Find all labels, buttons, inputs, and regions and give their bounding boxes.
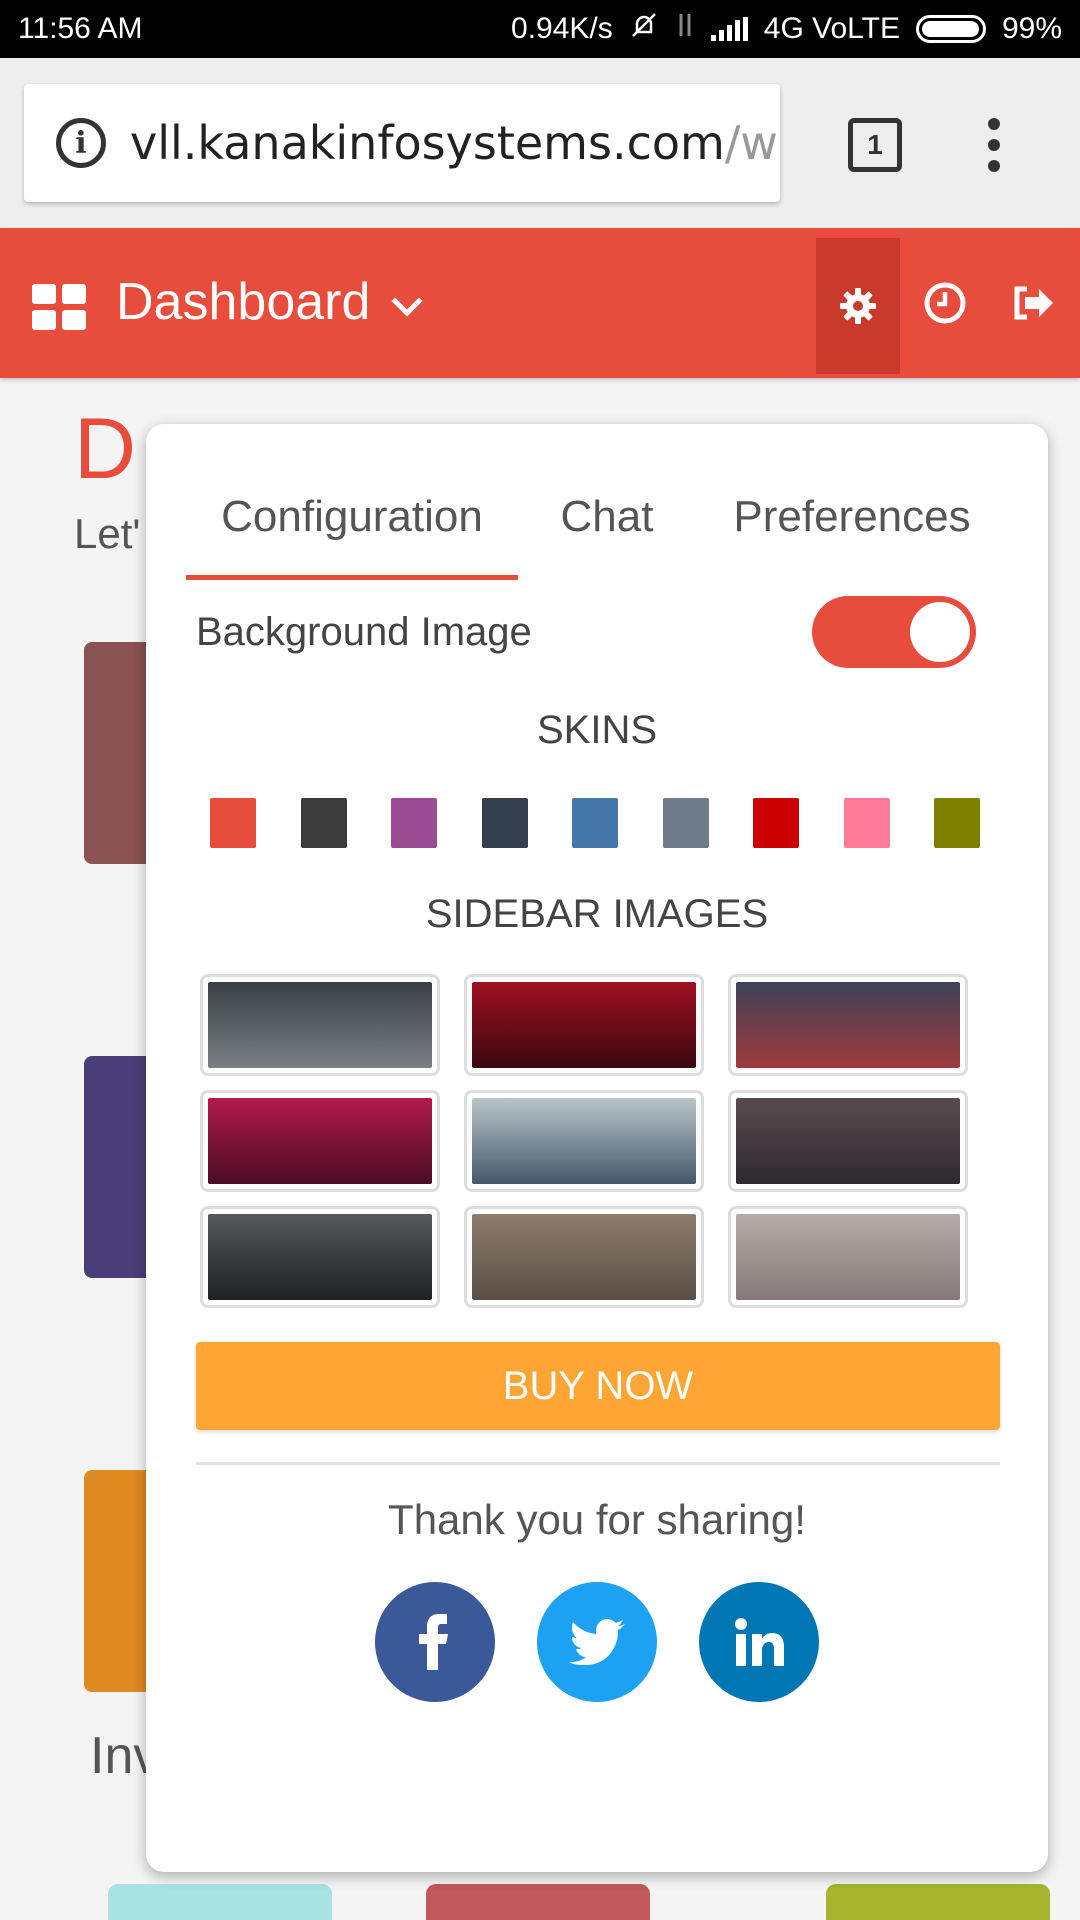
sidebar-image-option[interactable] bbox=[728, 974, 968, 1076]
skin-swatch[interactable] bbox=[843, 798, 890, 848]
settings-button[interactable] bbox=[816, 238, 900, 374]
tab-count: 1 bbox=[867, 129, 883, 160]
tab-switcher-button[interactable]: 1 bbox=[848, 118, 902, 172]
logout-button[interactable] bbox=[1010, 280, 1056, 326]
cloudy-valley-image bbox=[472, 1098, 696, 1184]
buy-now-button[interactable]: BUY NOW bbox=[196, 1342, 1000, 1430]
history-button[interactable] bbox=[922, 280, 968, 326]
page-title: D bbox=[74, 401, 137, 497]
grey-gradient-image bbox=[736, 1214, 960, 1300]
mute-icon bbox=[629, 10, 659, 48]
app-tile[interactable] bbox=[426, 1884, 650, 1920]
magenta-mountains-image bbox=[208, 1098, 432, 1184]
status-time: 11:56 AM bbox=[18, 12, 143, 45]
battery-icon bbox=[915, 15, 986, 43]
battery-percent: 99% bbox=[1001, 12, 1062, 45]
share-thanks-text: Thank you for sharing! bbox=[388, 1496, 806, 1543]
skin-swatch[interactable] bbox=[572, 798, 618, 848]
sidebar-image-option[interactable] bbox=[728, 1206, 968, 1308]
sidebar-image-option[interactable] bbox=[464, 974, 704, 1076]
info-icon[interactable]: i bbox=[56, 118, 106, 168]
linkedin-share-button[interactable] bbox=[699, 1582, 819, 1702]
status-indicators: 0.94K/s 4G VoLTE 99% bbox=[511, 10, 1062, 48]
sidebar-image-grid bbox=[200, 974, 986, 1308]
facebook-icon bbox=[415, 1614, 455, 1670]
tab-preferences[interactable]: Preferences bbox=[696, 454, 1008, 580]
toggle-knob bbox=[910, 602, 970, 662]
skins-heading: SKINS bbox=[536, 708, 658, 752]
snowy-mountain-hiker-image bbox=[208, 982, 432, 1068]
twitter-share-button[interactable] bbox=[537, 1582, 657, 1702]
chevron-down-icon[interactable] bbox=[391, 285, 423, 317]
sidebar-image-option[interactable] bbox=[464, 1206, 704, 1308]
sign-out-icon bbox=[1014, 286, 1053, 320]
background-image-toggle[interactable] bbox=[812, 596, 976, 668]
url-rest: /w bbox=[724, 116, 778, 170]
apps-grid-icon[interactable] bbox=[32, 284, 86, 330]
dashboard-menu-title[interactable]: Dashboard bbox=[116, 272, 370, 332]
gear-icon bbox=[840, 288, 876, 324]
clock-icon bbox=[924, 282, 966, 324]
tab-chat[interactable]: Chat bbox=[518, 454, 696, 580]
skin-swatch[interactable] bbox=[300, 798, 347, 848]
data-arrows-icon bbox=[675, 10, 695, 48]
address-bar[interactable]: i vll.kanakinfosystems.com/w bbox=[24, 84, 780, 202]
panel-tabs: Configuration Chat Preferences bbox=[186, 454, 1008, 580]
dark-mountain-pass-image bbox=[208, 1214, 432, 1300]
sidebar-image-option[interactable] bbox=[200, 1206, 440, 1308]
url-text[interactable]: vll.kanakinfosystems.com/w bbox=[130, 116, 778, 170]
sidebar-image-option[interactable] bbox=[728, 1090, 968, 1192]
city-skyline-dusk-image bbox=[736, 1098, 960, 1184]
sidebar-image-option[interactable] bbox=[200, 1090, 440, 1192]
network-type: 4G VoLTE bbox=[763, 12, 900, 45]
sidebar-image-option[interactable] bbox=[464, 1090, 704, 1192]
app-header: Dashboard bbox=[0, 228, 1080, 378]
skin-swatch[interactable] bbox=[753, 798, 799, 848]
net-speed: 0.94K/s bbox=[511, 12, 613, 45]
url-main: vll.kanakinfosystems.com bbox=[130, 116, 725, 170]
tab-configuration[interactable]: Configuration bbox=[186, 454, 518, 580]
mountains-red-sunset-image bbox=[736, 982, 960, 1068]
twitter-icon bbox=[569, 1619, 625, 1665]
facebook-share-button[interactable] bbox=[375, 1582, 495, 1702]
linkedin-icon bbox=[734, 1618, 784, 1666]
sidebar-images-heading: SIDEBAR IMAGES bbox=[425, 892, 769, 936]
app-tile[interactable] bbox=[108, 1884, 332, 1920]
browser-toolbar: i vll.kanakinfosystems.com/w 1 bbox=[0, 58, 1080, 228]
skin-swatch[interactable] bbox=[662, 798, 709, 848]
skin-swatch[interactable] bbox=[210, 798, 256, 848]
brown-gradient-image bbox=[472, 1214, 696, 1300]
more-menu-icon[interactable] bbox=[986, 118, 1002, 172]
background-image-label: Background Image bbox=[196, 609, 532, 654]
skin-swatch[interactable] bbox=[934, 798, 980, 848]
social-share-buttons bbox=[146, 1582, 1048, 1702]
divider bbox=[196, 1462, 1000, 1465]
sidebar-image-option[interactable] bbox=[200, 974, 440, 1076]
configuration-panel: Configuration Chat Preferences Backgroun… bbox=[146, 424, 1048, 1872]
background-image-setting: Background Image bbox=[196, 576, 976, 688]
skin-swatches bbox=[210, 798, 980, 848]
status-bar: 11:56 AM 0.94K/s 4G VoLTE 99% bbox=[0, 0, 1080, 58]
signal-icon bbox=[710, 17, 748, 41]
red-sky-image bbox=[472, 982, 696, 1068]
skin-swatch[interactable] bbox=[391, 798, 437, 848]
app-tile[interactable] bbox=[826, 1884, 1050, 1920]
skin-swatch[interactable] bbox=[481, 798, 528, 848]
page-subtitle: Let' bbox=[74, 510, 141, 557]
